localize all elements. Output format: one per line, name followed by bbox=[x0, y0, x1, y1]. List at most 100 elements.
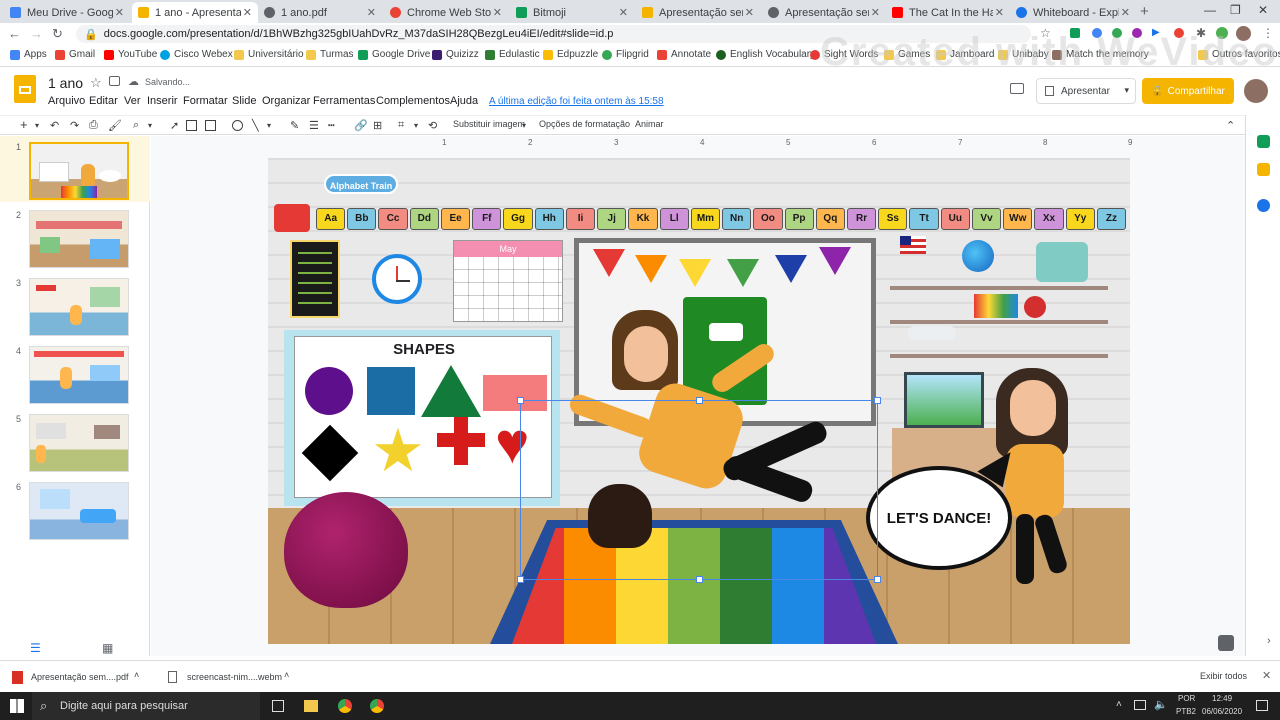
slide-thumbnail-3[interactable]: 3 bbox=[0, 272, 150, 338]
chevron-up-icon[interactable]: ˄ bbox=[284, 670, 289, 680]
collapse-icon[interactable]: ⌃ bbox=[1226, 119, 1235, 132]
shape-icon[interactable] bbox=[232, 120, 243, 131]
browser-tab[interactable]: Apresentação sem título✕ bbox=[636, 2, 760, 23]
bookmark[interactable]: Gmail bbox=[55, 49, 95, 60]
slide-canvas[interactable]: Alphabet Train Aa Bb Cc Dd Ee Ff Gg Hh Ii Jj Kk Ll M… bbox=[268, 158, 1130, 644]
extension-icon[interactable] bbox=[1070, 28, 1080, 38]
slide-thumbnail-2[interactable]: 2 bbox=[0, 204, 150, 270]
new-tab-button[interactable]: + bbox=[1140, 3, 1149, 20]
bookmark[interactable]: Jamboard bbox=[936, 49, 994, 60]
chrome-icon[interactable] bbox=[338, 699, 352, 713]
image-icon[interactable] bbox=[205, 120, 216, 131]
account-avatar[interactable] bbox=[1244, 79, 1268, 103]
reset-image-icon[interactable]: ⟲ bbox=[428, 119, 437, 132]
share-button[interactable]: 🔒 Compartilhar bbox=[1142, 78, 1234, 104]
menu-complementos[interactable]: Complementos bbox=[376, 95, 450, 107]
slide-thumbnail-5[interactable]: 5 bbox=[0, 408, 150, 474]
browser-tab[interactable]: Apresentação sem título✕ bbox=[762, 2, 886, 23]
close-window-button[interactable]: ✕ bbox=[1258, 3, 1268, 17]
taskbar-search[interactable]: ⌕ Digite aqui para pesquisar bbox=[32, 692, 260, 720]
menu-ajuda[interactable]: Ajuda bbox=[450, 95, 478, 107]
resize-handle[interactable] bbox=[696, 576, 703, 583]
language-indicator[interactable]: POR bbox=[1178, 694, 1195, 703]
close-icon[interactable]: ✕ bbox=[115, 6, 124, 19]
chrome-icon[interactable] bbox=[370, 699, 384, 713]
extension-icon[interactable] bbox=[1174, 28, 1184, 38]
close-icon[interactable]: ✕ bbox=[1262, 669, 1271, 682]
select-cursor-icon[interactable]: ➚ bbox=[170, 119, 179, 132]
line-dash-icon[interactable]: ┅ bbox=[328, 119, 335, 132]
menu-arquivo[interactable]: Arquivo bbox=[48, 95, 85, 107]
pen-icon[interactable]: ✎ bbox=[290, 119, 299, 132]
extension-icon[interactable] bbox=[1092, 28, 1102, 38]
bookmark[interactable]: Sight Words bbox=[810, 49, 878, 60]
network-icon[interactable] bbox=[1134, 700, 1146, 710]
chevron-down-icon[interactable]: ▾ bbox=[522, 121, 526, 130]
last-edit-link[interactable]: A última edição foi feita ontem às 15:58 bbox=[489, 96, 664, 107]
bookmark[interactable]: Apps bbox=[10, 49, 47, 60]
extension-icon[interactable] bbox=[1112, 28, 1122, 38]
browser-tab[interactable]: Bitmoji ✕ bbox=[510, 2, 634, 23]
cursor-extension-icon[interactable]: ▶ bbox=[1152, 27, 1160, 38]
menu-ver[interactable]: Ver bbox=[124, 95, 141, 107]
chevron-right-icon[interactable]: › bbox=[1267, 635, 1271, 647]
comment-add-icon[interactable]: ⊞ bbox=[373, 119, 382, 132]
link-icon[interactable]: 🔗 bbox=[354, 119, 368, 132]
bookmark[interactable]: Cisco Webex bbox=[160, 49, 233, 60]
extension-icon[interactable] bbox=[1132, 28, 1142, 38]
url-input[interactable]: 🔒 docs.google.com/presentation/d/1BhWBzhg… bbox=[76, 25, 1031, 43]
slides-logo-icon[interactable] bbox=[14, 75, 36, 103]
volume-icon[interactable]: 🔈 bbox=[1154, 698, 1168, 711]
star-icon[interactable]: ☆ bbox=[1040, 26, 1051, 40]
bookmark[interactable]: YouTube bbox=[104, 49, 157, 60]
tasks-icon[interactable] bbox=[1257, 199, 1270, 212]
avatar[interactable] bbox=[1236, 26, 1251, 41]
resize-handle[interactable] bbox=[874, 397, 881, 404]
back-icon[interactable]: ← bbox=[8, 26, 21, 41]
bookmark[interactable]: Google Drive bbox=[358, 49, 430, 60]
chevron-up-icon[interactable]: ˄ bbox=[134, 670, 139, 680]
resize-handle[interactable] bbox=[874, 576, 881, 583]
bookmark[interactable]: Games bbox=[884, 49, 930, 60]
close-icon[interactable]: ✕ bbox=[871, 6, 880, 19]
bookmark[interactable]: Universitário bbox=[234, 49, 304, 60]
file-explorer-icon[interactable] bbox=[304, 700, 318, 712]
move-folder-icon[interactable] bbox=[109, 76, 120, 86]
close-icon[interactable]: ✕ bbox=[745, 6, 754, 19]
calendar-icon[interactable] bbox=[1257, 135, 1270, 148]
browser-tab[interactable]: Whiteboard - Explain Everything✕ bbox=[1010, 2, 1136, 23]
reload-icon[interactable]: ↻ bbox=[52, 26, 63, 42]
chevron-down-icon[interactable]: ▾ bbox=[414, 121, 418, 130]
replace-image-button[interactable]: Substituir imagem bbox=[453, 119, 525, 129]
more-icon[interactable]: ⋮ bbox=[1262, 26, 1274, 40]
bookmark-folder[interactable]: Outros favoritos bbox=[1198, 49, 1280, 60]
bookmark[interactable]: Flipgrid bbox=[602, 49, 649, 60]
bookmark[interactable]: Annotate bbox=[657, 49, 711, 60]
comments-icon[interactable] bbox=[1010, 83, 1024, 94]
format-options-button[interactable]: Opções de formatação bbox=[539, 119, 630, 129]
browser-tab[interactable]: Chrome Web Store - bitmoji✕ bbox=[384, 2, 508, 23]
clock-time[interactable]: 12:49 bbox=[1212, 694, 1232, 703]
close-icon[interactable]: ✕ bbox=[619, 6, 628, 19]
menu-ferramentas[interactable]: Ferramentas bbox=[313, 95, 375, 107]
menu-editar[interactable]: Editar bbox=[89, 95, 118, 107]
image-selection-box[interactable] bbox=[517, 397, 881, 583]
keep-icon[interactable] bbox=[1257, 163, 1270, 176]
notifications-icon[interactable] bbox=[1256, 700, 1268, 711]
restore-button[interactable]: ❐ bbox=[1230, 3, 1241, 17]
bookmark[interactable]: Edulastic bbox=[485, 49, 540, 60]
extension-icon[interactable] bbox=[1216, 27, 1228, 39]
present-button[interactable]: Apresentar ▾ bbox=[1036, 78, 1136, 104]
print-icon[interactable]: ⎙ bbox=[89, 119, 98, 132]
close-icon[interactable]: ✕ bbox=[493, 6, 502, 19]
resize-handle[interactable] bbox=[696, 397, 703, 404]
chevron-down-icon[interactable]: ▾ bbox=[1124, 85, 1129, 96]
chevron-down-icon[interactable]: ▾ bbox=[35, 121, 39, 130]
chevron-down-icon[interactable]: ▾ bbox=[148, 121, 152, 130]
bookmark[interactable]: Edpuzzle bbox=[543, 49, 598, 60]
slide-thumbnail-4[interactable]: 4 bbox=[0, 340, 150, 406]
close-icon[interactable]: ✕ bbox=[1121, 6, 1130, 19]
menu-inserir[interactable]: Inserir bbox=[147, 95, 178, 107]
document-title[interactable]: 1 ano bbox=[48, 75, 83, 91]
menu-slide[interactable]: Slide bbox=[232, 95, 256, 107]
